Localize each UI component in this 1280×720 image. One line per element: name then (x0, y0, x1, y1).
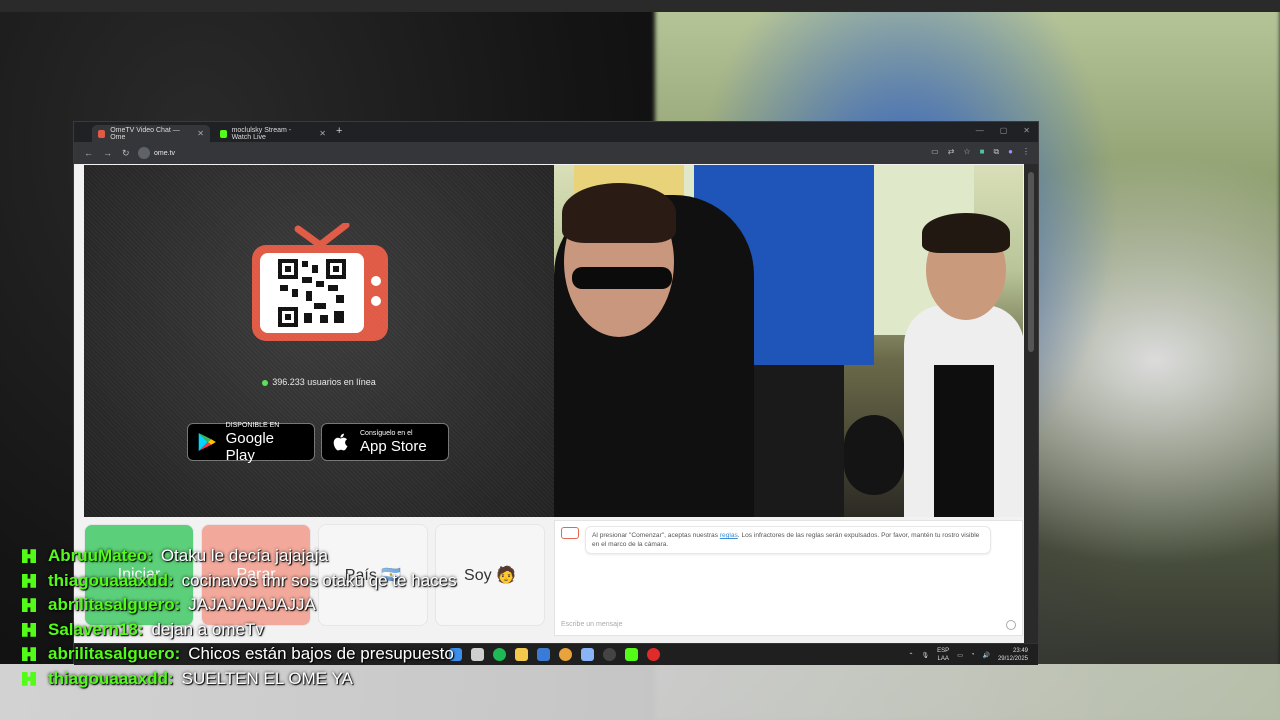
webcam-mic-stand (934, 365, 994, 517)
chat-text: cocinavos tmr sos otaku qe te haces (181, 570, 457, 590)
kick-badge-icon (22, 622, 36, 637)
emoji-icon[interactable] (1006, 620, 1016, 630)
webcam-microphone (844, 415, 904, 495)
wifi-icon[interactable]: ◔ (971, 652, 975, 658)
google-play-label: Google Play (225, 429, 275, 464)
maximize-icon[interactable]: ▢ (1000, 126, 1008, 135)
chat-text: dejan a omeTv (151, 619, 264, 639)
kick-badge-icon (22, 573, 36, 588)
users-online-counter: 396.233 usuarios en línea (84, 377, 554, 387)
address-bar: ← → ↻ ome.tv ▭ ⇄ ☆ ■ ⧉ ● ⋮ (74, 142, 1038, 164)
puzzle-icon[interactable]: ⧉ (993, 147, 999, 157)
volume-icon[interactable]: 🔊 (982, 652, 989, 659)
app-store-button[interactable]: Consíguelo en el App Store (321, 423, 449, 461)
minimize-icon[interactable]: — (976, 126, 984, 135)
kick-badge-icon (22, 549, 36, 564)
tab-bar: OmeTV Video Chat — Ome ✕ moclulsky Strea… (74, 122, 1038, 142)
bookmark-star-icon[interactable]: ☆ (963, 147, 970, 157)
mic-icon[interactable]: 🎙 (922, 652, 930, 659)
chat-text: SUELTEN EL OME YA (181, 668, 353, 688)
stream-top-strip (0, 0, 1280, 12)
language-code: ESP (937, 648, 950, 654)
window-controls: — ▢ ✕ (976, 126, 1030, 135)
google-play-small-label: DISPONIBLE EN (225, 421, 280, 429)
app-store-label: App Store (360, 438, 427, 455)
extension-icon[interactable]: ■ (980, 147, 985, 157)
chat-username: abrilitasalguero: (48, 644, 181, 664)
kick-badge-icon (22, 671, 36, 686)
kick-badge-icon (22, 647, 36, 662)
reload-icon[interactable]: ↻ (122, 148, 130, 159)
rules-notice-text: Al presionar "Comenzar", aceptas nuestra… (592, 532, 720, 539)
new-tab-icon[interactable]: + (336, 125, 342, 137)
chat-text: JAJAJAJAJAJJA (188, 595, 316, 615)
tab-ometv[interactable]: OmeTV Video Chat — Ome ✕ (92, 125, 210, 142)
webcam-person-hair (922, 213, 1010, 253)
webcam-sunglasses (572, 267, 672, 289)
rules-link[interactable]: reglas (720, 532, 738, 539)
system-tray: ⌃ 🎙 ESP LAA ▭ ◔ 🔊 23:49 29/12/2025 (909, 647, 1028, 663)
kick-favicon-icon (220, 129, 227, 138)
page-scrollbar[interactable] (1024, 164, 1038, 644)
chat-message: abrilitasalguero: Chicos están bajos de … (22, 642, 662, 667)
translate-icon[interactable]: ⇄ (948, 147, 955, 157)
clock-time: 23:49 (1012, 648, 1028, 654)
toolbar-icons: ▭ ⇄ ☆ ■ ⧉ ● ⋮ (931, 147, 1030, 157)
menu-kebab-icon[interactable]: ⋮ (1022, 147, 1030, 157)
chat-username: thiagouaaaxdd: (48, 570, 174, 590)
users-online-text: 396.233 usuarios en línea (272, 377, 376, 387)
chat-message: Salavern18: dejan a omeTv (22, 618, 662, 643)
chat-username: AbruuMateo: (48, 546, 153, 566)
chat-text: Otaku le decía jajajaja (160, 546, 329, 566)
close-tab-icon[interactable]: ✕ (197, 129, 204, 138)
monitor-icon[interactable]: ▭ (957, 652, 963, 659)
tab-title: OmeTV Video Chat — Ome (110, 126, 180, 141)
url-text: ome.tv (154, 149, 176, 157)
stream-chat-overlay: AbruuMateo: Otaku le decía jajajaja thia… (22, 544, 662, 691)
chat-message: abrilitasalguero: JAJAJAJAJAJJA (22, 593, 662, 618)
close-window-icon[interactable]: ✕ (1023, 126, 1030, 135)
tray-chevron-icon[interactable]: ⌃ (909, 652, 914, 659)
chat-username: thiagouaaaxdd: (48, 668, 174, 688)
cast-icon[interactable]: ▭ (931, 147, 939, 157)
apple-icon (333, 433, 348, 451)
chat-username: abrilitasalguero: (48, 595, 181, 615)
tab-title: moclulsky Stream - Watch Live (231, 126, 292, 141)
ometv-tv-qr-icon (252, 223, 388, 341)
forward-icon[interactable]: → (103, 148, 112, 158)
chat-username: Salavern18: (48, 619, 144, 639)
site-info-icon[interactable] (138, 147, 150, 159)
ometv-favicon-icon (98, 129, 106, 138)
chat-message: thiagouaaaxdd: cocinavos tmr sos otaku q… (22, 569, 662, 594)
close-tab-icon[interactable]: ✕ (319, 129, 326, 138)
app-store-small-label: Consíguelo en el (360, 430, 413, 437)
taskbar-clock[interactable]: 23:49 29/12/2025 (998, 647, 1028, 663)
keyboard-layout: LAA (937, 656, 949, 662)
self-webcam-video (554, 165, 1023, 517)
chat-message: AbruuMateo: Otaku le decía jajajaja (22, 544, 662, 569)
clock-date: 29/12/2025 (997, 656, 1028, 662)
ometv-stranger-panel: 396.233 usuarios en línea DISPONIBLE EN … (84, 165, 554, 517)
language-indicator[interactable]: ESP LAA (937, 647, 949, 663)
chat-text: Chicos están bajos de presupuesto (188, 644, 454, 664)
online-dot-icon (262, 379, 269, 386)
chat-message: thiagouaaaxdd: SUELTEN EL OME YA (22, 667, 662, 692)
kick-badge-icon (22, 598, 36, 613)
tab-kick-stream[interactable]: moclulsky Stream - Watch Live ✕ (214, 125, 332, 142)
webcam-person-hair (562, 183, 676, 243)
google-play-icon (198, 432, 216, 452)
url-input[interactable]: ome.tv (134, 145, 904, 161)
ometv-logo-icon (561, 527, 579, 539)
scrollbar-thumb[interactable] (1028, 172, 1034, 352)
back-icon[interactable]: ← (84, 148, 93, 158)
profile-avatar-icon[interactable]: ● (1008, 147, 1013, 157)
google-play-button[interactable]: DISPONIBLE EN Google Play (187, 421, 315, 464)
